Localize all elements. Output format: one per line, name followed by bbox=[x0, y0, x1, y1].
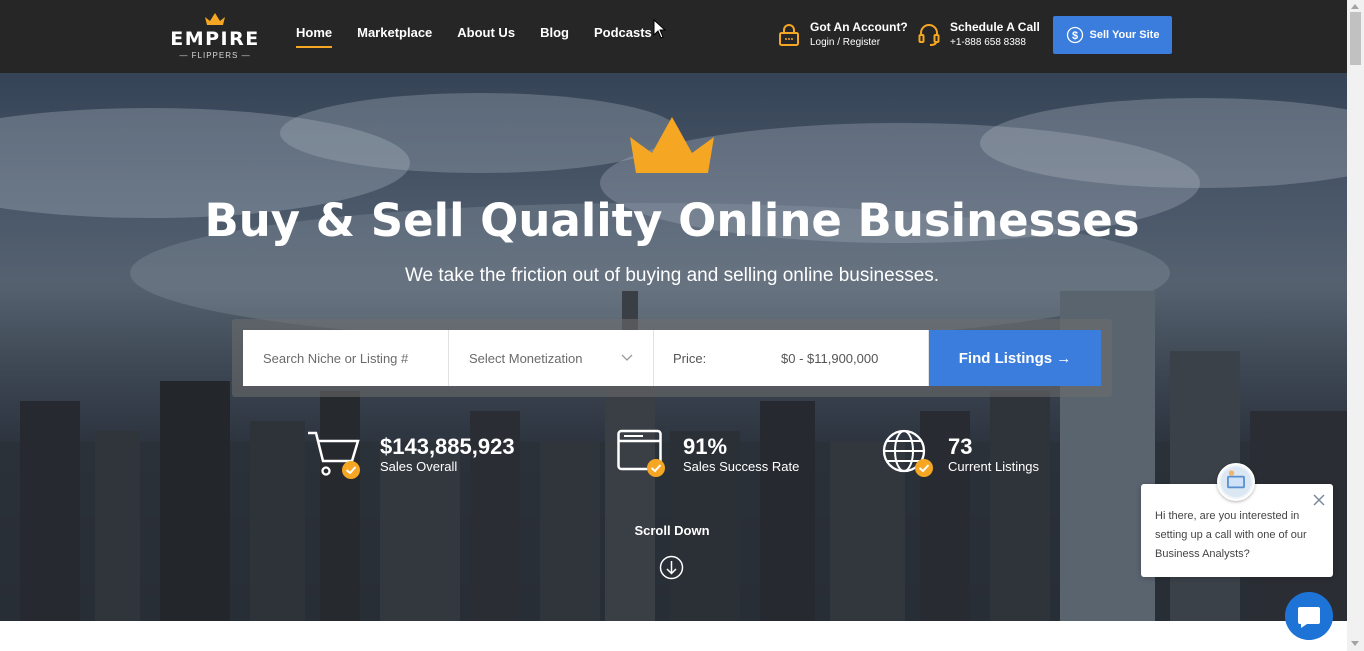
crown-icon bbox=[630, 117, 714, 173]
logo-wordmark: EMPIRE bbox=[170, 28, 260, 50]
sell-your-site-label: Sell Your Site bbox=[1089, 29, 1160, 41]
scroll-thumb[interactable] bbox=[1350, 12, 1361, 65]
globe-icon bbox=[881, 429, 933, 479]
price-range-value: $0 - $11,900,000 bbox=[781, 350, 879, 366]
stat-label: Current Listings bbox=[948, 459, 1040, 474]
check-badge-icon bbox=[647, 459, 665, 477]
nav-about-us[interactable]: About Us bbox=[457, 25, 515, 40]
price-label: Price: bbox=[673, 350, 707, 366]
schedule-call-link[interactable]: Schedule A Call +1-888 658 8388 bbox=[918, 20, 1040, 50]
monetization-label: Select Monetization bbox=[469, 350, 583, 366]
sell-your-site-button[interactable]: $ Sell Your Site bbox=[1053, 16, 1172, 54]
stat-value: 73 bbox=[948, 434, 973, 459]
search-panel: Search Niche or Listing # Select Monetiz… bbox=[232, 319, 1112, 397]
account-title: Got An Account? bbox=[810, 20, 908, 34]
scroll-down-arrow[interactable] bbox=[1351, 641, 1359, 646]
monetization-select[interactable]: Select Monetization bbox=[449, 330, 654, 386]
hero-subtitle: We take the friction out of buying and s… bbox=[404, 265, 940, 286]
stat-sales-overall: $143,885,923 Sales Overall bbox=[306, 429, 515, 479]
svg-text:$: $ bbox=[1071, 30, 1077, 42]
close-icon[interactable] bbox=[1312, 493, 1326, 507]
search-placeholder: Search Niche or Listing # bbox=[263, 350, 409, 366]
mouse-cursor-icon bbox=[653, 19, 667, 39]
arrow-down-circle-icon[interactable] bbox=[659, 555, 684, 580]
phone-number[interactable]: +1-888 658 8388 bbox=[950, 35, 1040, 50]
chat-bubble-icon[interactable] bbox=[1285, 592, 1333, 640]
headset-icon bbox=[918, 24, 940, 46]
cart-icon bbox=[306, 429, 362, 479]
search-input[interactable]: Search Niche or Listing # bbox=[243, 330, 449, 386]
stat-value: $143,885,923 bbox=[380, 434, 515, 459]
scroll-up-arrow[interactable] bbox=[1351, 4, 1359, 9]
logo[interactable]: EMPIRE — FLIPPERS — bbox=[170, 12, 260, 60]
stat-label: Sales Success Rate bbox=[683, 459, 800, 474]
check-badge-icon bbox=[342, 461, 360, 479]
nav-home[interactable]: Home bbox=[296, 25, 333, 48]
chat-agent-avatar bbox=[1217, 463, 1255, 501]
chevron-down-icon bbox=[621, 354, 633, 361]
logo-tagline: — FLIPPERS — bbox=[179, 51, 251, 60]
browser-icon bbox=[617, 429, 665, 479]
page-scrollbar[interactable] bbox=[1347, 0, 1364, 651]
page: EMPIRE — FLIPPERS — Home Marketplace Abo… bbox=[0, 0, 1364, 651]
main-nav: Home Marketplace About Us Blog Podcasts bbox=[296, 25, 677, 48]
stat-label: Sales Overall bbox=[380, 459, 458, 474]
search-bar: Search Niche or Listing # Select Monetiz… bbox=[243, 330, 1101, 386]
find-listings-button[interactable]: Find Listings → bbox=[929, 330, 1101, 386]
navbar: EMPIRE — FLIPPERS — Home Marketplace Abo… bbox=[0, 0, 1347, 73]
stat-current-listings: 73 Current Listings bbox=[881, 429, 1039, 479]
chat-message: Hi there, are you interested in setting … bbox=[1155, 510, 1307, 560]
dollar-circle-icon: $ bbox=[1066, 26, 1083, 44]
stat-success-rate: 91% Sales Success Rate bbox=[617, 429, 799, 479]
nav-podcasts[interactable]: Podcasts bbox=[594, 25, 652, 40]
price-range-slider[interactable]: Price: $0 - $11,900,000 bbox=[654, 330, 929, 386]
login-register-link[interactable]: Login / Register bbox=[810, 35, 908, 50]
stat-value: 91% bbox=[683, 434, 728, 459]
crown-icon bbox=[205, 13, 225, 25]
hero-title: Buy & Sell Quality Online Businesses bbox=[204, 194, 1140, 247]
lock-icon bbox=[779, 24, 799, 46]
nav-blog[interactable]: Blog bbox=[540, 25, 569, 40]
call-title: Schedule A Call bbox=[950, 20, 1040, 34]
check-badge-icon bbox=[915, 459, 933, 477]
account-link[interactable]: Got An Account? Login / Register bbox=[778, 20, 908, 50]
nav-marketplace[interactable]: Marketplace bbox=[357, 25, 432, 40]
